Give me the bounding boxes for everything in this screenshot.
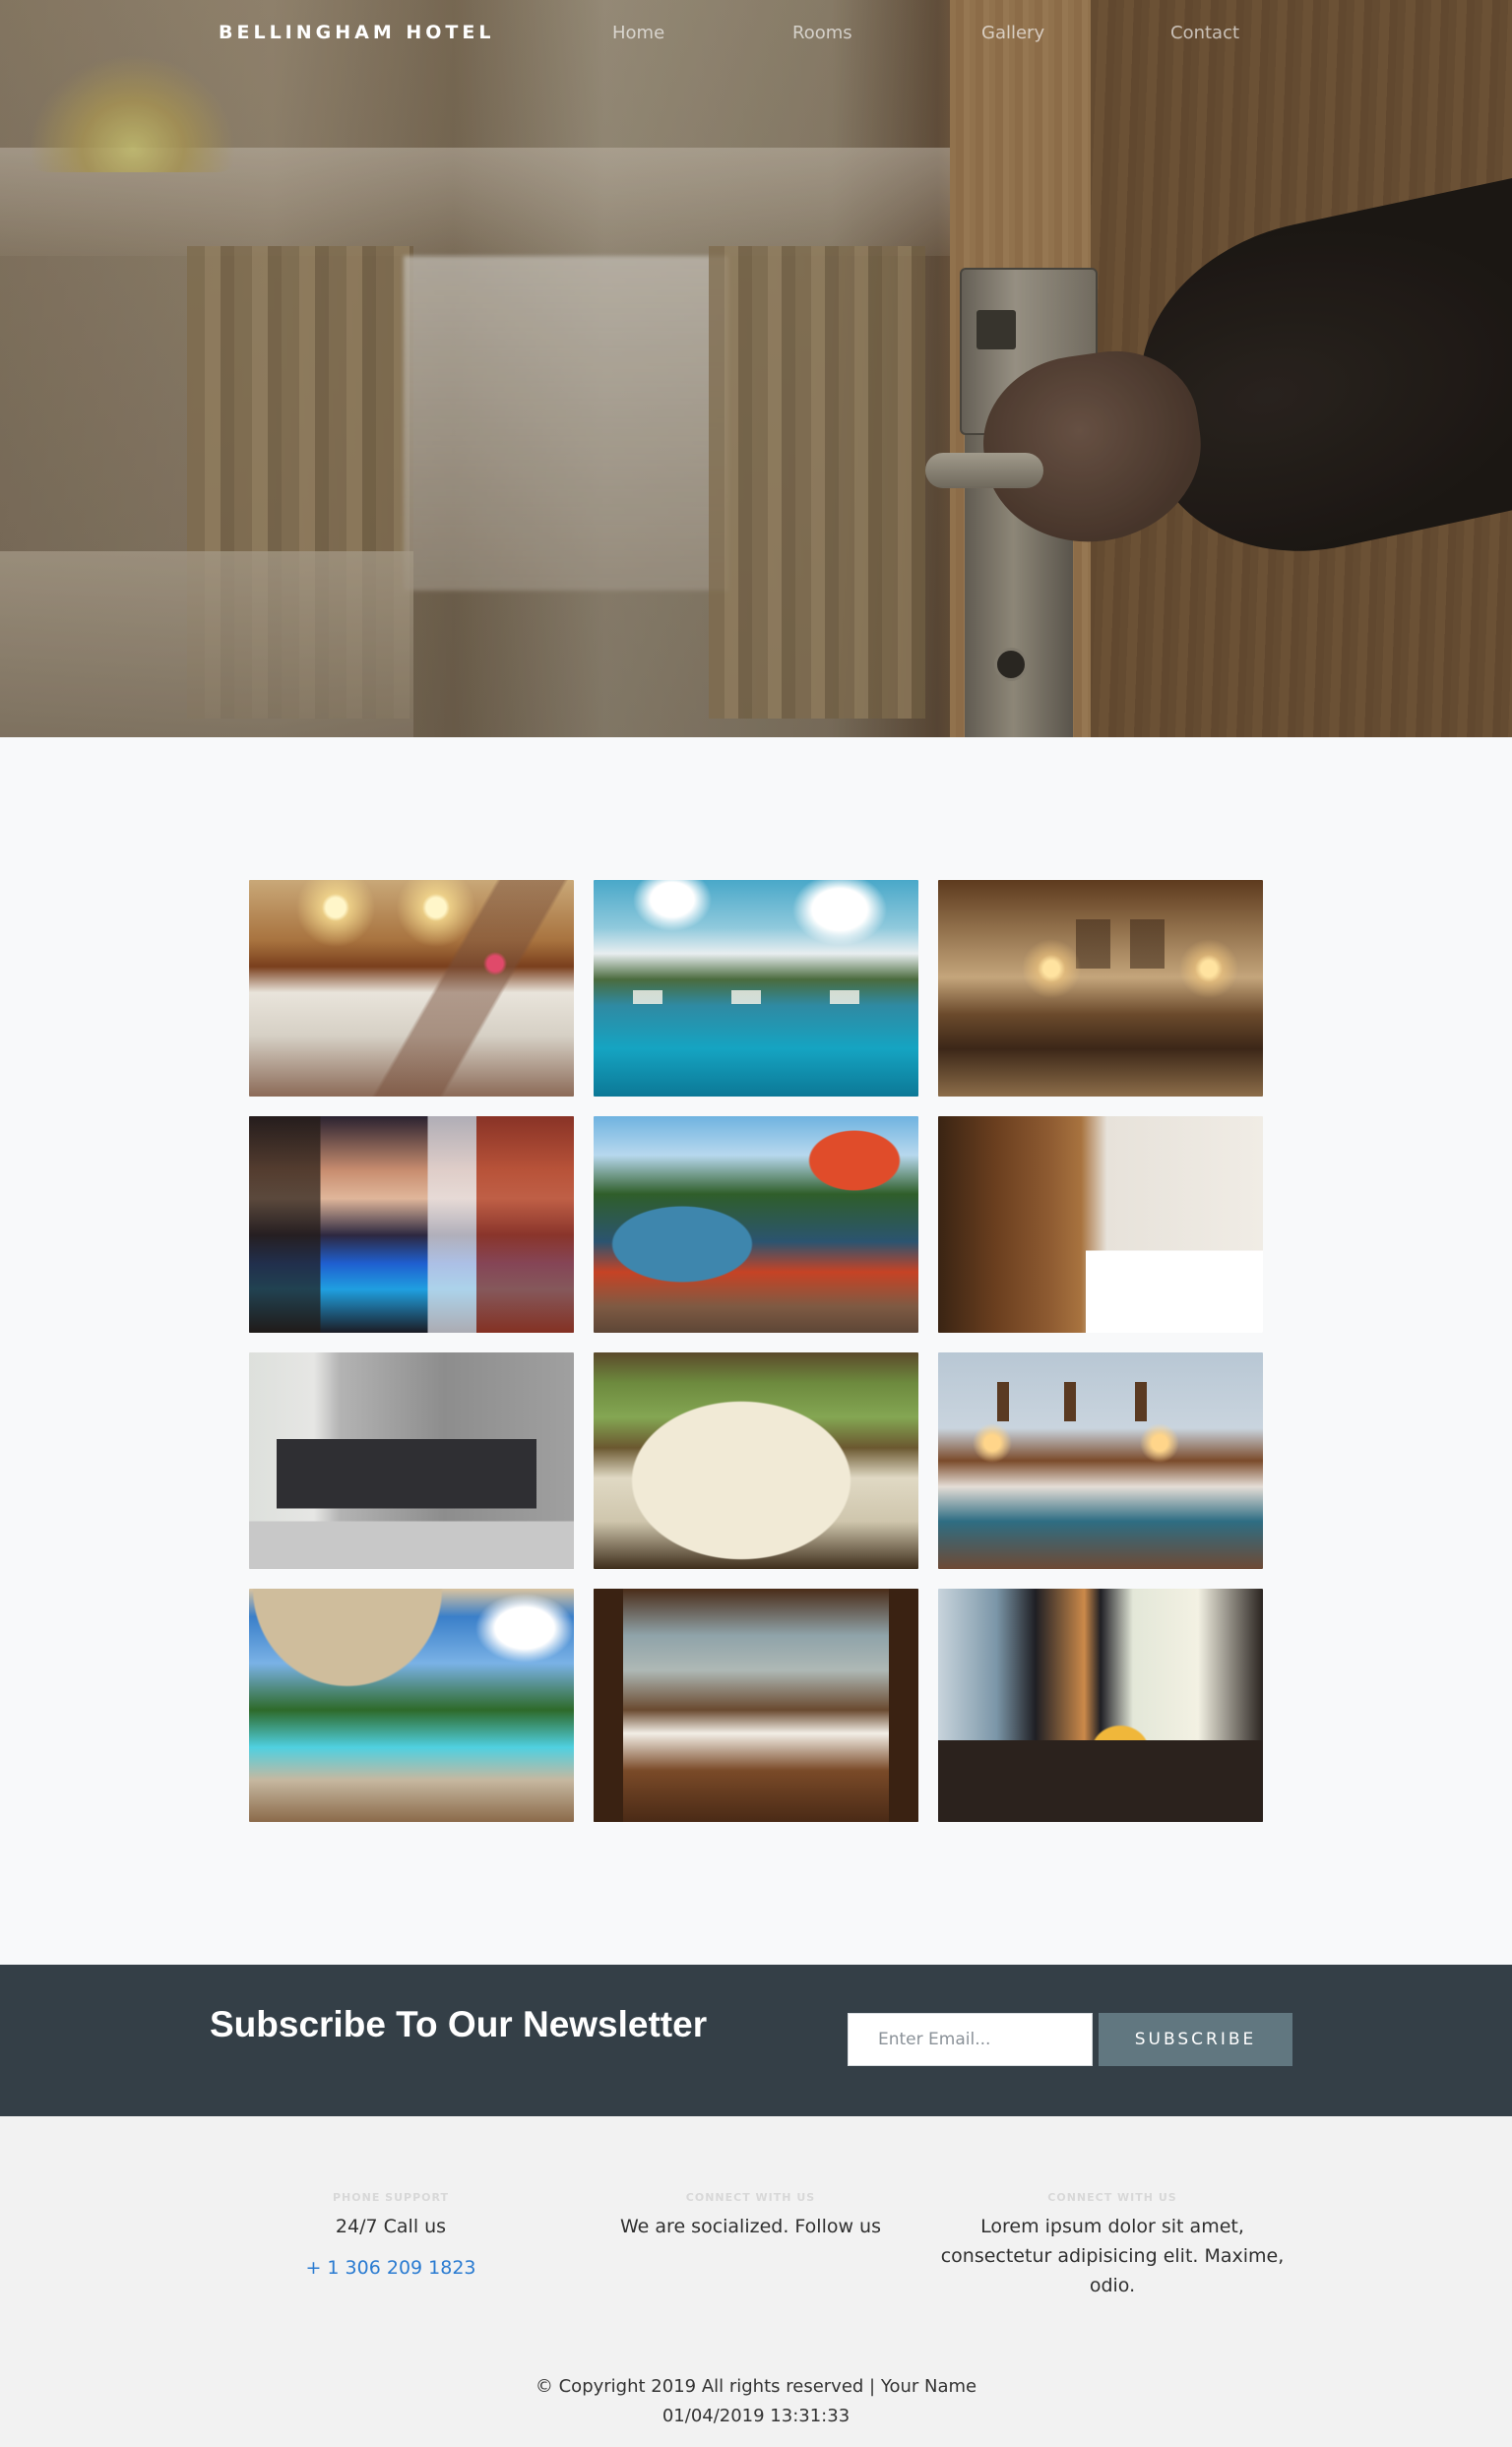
nav-link-home[interactable]: Home [612,23,664,43]
nav-link-gallery[interactable]: Gallery [981,23,1044,43]
top-navigation: BELLINGHAM HOTEL Home Rooms Gallery Cont… [0,0,1512,69]
gallery-photo-living-room[interactable] [938,880,1263,1097]
gallery-photo-modern-sofa[interactable] [249,1352,574,1569]
gallery-photo-sectional-sofa[interactable] [594,1352,918,1569]
copyright-datetime: 01/04/2019 13:31:33 [662,2406,850,2426]
footer-connect-social: CONNECT WITH US We are socialized. Follo… [610,2191,891,2241]
phone-support-heading: PHONE SUPPORT [333,2191,449,2204]
gallery-photo-beach-pool[interactable] [249,1589,574,1822]
brand-logo[interactable]: BELLINGHAM HOTEL [219,22,494,43]
newsletter-section: Subscribe To Our Newsletter SUBSCRIBE [0,1965,1512,2116]
gallery-photo-palm-pool[interactable] [594,1116,918,1333]
gallery-photo-blue-bedroom[interactable] [938,1352,1263,1569]
gallery-photo-hotel-bed[interactable] [249,880,574,1097]
about-text: Lorem ipsum dolor sit amet, consectetur … [940,2216,1285,2296]
connect-heading: CONNECT WITH US [685,2191,816,2204]
connect-heading-2: CONNECT WITH US [1047,2191,1177,2204]
newsletter-title: Subscribe To Our Newsletter [210,2004,708,2044]
subscribe-button[interactable]: SUBSCRIBE [1099,2013,1292,2066]
connect-text: We are socialized. Follow us [620,2216,881,2237]
phone-support-text: 24/7 Call us [335,2216,447,2237]
gallery-photo-dining-room[interactable] [594,1589,918,1822]
hero-overlay [0,0,1512,737]
gallery-photo-wooden-bedroom[interactable] [938,1116,1263,1333]
phone-number-link[interactable]: + 1 306 209 1823 [249,2257,533,2279]
footer: PHONE SUPPORT 24/7 Call us + 1 306 209 1… [0,2116,1512,2447]
gallery-photo-night-pool[interactable] [249,1116,574,1333]
gallery-photo-lounge[interactable] [938,1589,1263,1822]
copyright-block: © Copyright 2019 All rights reserved | Y… [0,2372,1512,2431]
gallery-photo-resort-pool[interactable] [594,880,918,1097]
footer-connect-about: CONNECT WITH US Lorem ipsum dolor sit am… [925,2191,1299,2300]
email-input[interactable] [848,2013,1093,2066]
copyright-text: © Copyright 2019 All rights reserved | Y… [535,2376,977,2397]
footer-phone-support: PHONE SUPPORT 24/7 Call us + 1 306 209 1… [249,2191,533,2279]
nav-link-contact[interactable]: Contact [1170,23,1239,43]
nav-link-rooms[interactable]: Rooms [792,23,852,43]
hero-image [0,0,1512,737]
